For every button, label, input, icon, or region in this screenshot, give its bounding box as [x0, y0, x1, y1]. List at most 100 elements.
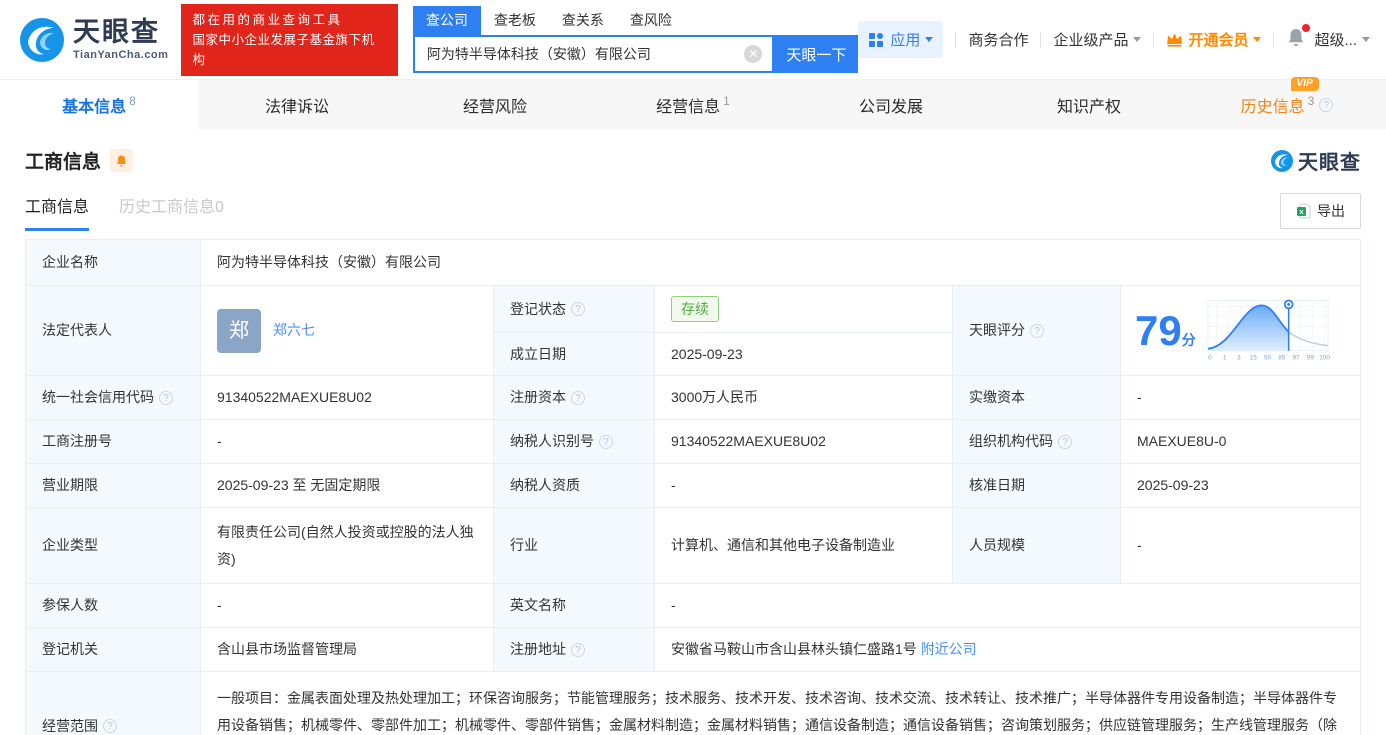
field-label: 经营范围	[26, 672, 201, 735]
logo-brand: 天眼查	[73, 16, 160, 47]
open-membership-menu[interactable]: 开通会员	[1166, 29, 1262, 50]
tab-basic-info[interactable]: 基本信息 8	[0, 80, 198, 129]
avatar[interactable]: 郑	[217, 308, 261, 353]
tab-intellectual-property[interactable]: 知识产权	[990, 80, 1188, 129]
business-cooperation-link[interactable]: 商务合作	[968, 29, 1028, 50]
svg-text:85: 85	[1278, 354, 1286, 361]
top-bar: 天眼查 TianYanCha.com 都在用的商业查询工具 国家中小企业发展子基…	[0, 0, 1386, 80]
reg-address-value: 安徽省马鞍山市含山县林头镇仁盛路1号 附近公司	[655, 628, 1361, 673]
status-badge: 存续	[671, 296, 719, 322]
divider	[1040, 31, 1042, 48]
help-icon[interactable]	[1319, 97, 1334, 112]
search-tab-relation[interactable]: 查关系	[549, 6, 617, 35]
svg-text:97: 97	[1292, 354, 1300, 361]
company-type-value: 有限责任公司(自然人投资或控股的法人独资)	[201, 508, 494, 585]
score-unit: 分	[1181, 331, 1196, 348]
taxpayer-id-value: 91340522MAEXUE8U02	[655, 420, 953, 464]
svg-text:15: 15	[1249, 354, 1257, 361]
legal-rep-cell: 郑 郑六七	[201, 286, 494, 376]
tab-label: 法律诉讼	[264, 98, 329, 116]
notification-dot	[1302, 24, 1311, 32]
subtab-history-business-info[interactable]: 历史工商信息0	[119, 193, 224, 228]
field-label: 组织机构代码	[953, 420, 1121, 464]
help-icon[interactable]	[599, 434, 613, 449]
field-label: 法定代表人	[26, 286, 201, 376]
field-label: 统一社会信用代码	[26, 376, 201, 420]
field-label: 登记机关	[26, 628, 201, 673]
legal-rep-link[interactable]: 郑六七	[273, 320, 315, 341]
search-tab-company[interactable]: 查公司	[412, 6, 481, 35]
field-label: 行业	[494, 508, 655, 585]
watermark-text: 天眼查	[1298, 152, 1361, 174]
subtab-business-info[interactable]: 工商信息	[25, 193, 90, 231]
search-box: 查公司 查老板 查关系 查风险 ✕ 天眼一下	[412, 6, 859, 73]
divider	[1153, 31, 1155, 48]
nearby-companies-link[interactable]: 附近公司	[921, 639, 977, 660]
field-label: 纳税人资质	[494, 464, 655, 508]
search-tabs: 查公司 查老板 查关系 查风险	[412, 6, 859, 35]
monitor-bell-button[interactable]	[110, 149, 134, 172]
help-icon[interactable]	[571, 302, 585, 316]
org-code-value: MAEXUE8U-0	[1121, 420, 1361, 464]
english-name-value: -	[655, 584, 1361, 629]
tab-legal-proceedings[interactable]: 法律诉讼	[198, 80, 396, 129]
chevron-down-icon	[1133, 37, 1142, 42]
tab-history-info[interactable]: 历史信息 VIP 3	[1188, 76, 1386, 129]
tab-label: 经营信息	[656, 98, 721, 116]
tab-count: 1	[723, 93, 730, 108]
tab-operation-risk[interactable]: 经营风险	[396, 80, 594, 129]
company-name-value: 阿为特半导体科技（安徽）有限公司	[201, 240, 1361, 286]
search-tab-risk[interactable]: 查风险	[617, 6, 685, 35]
bell-icon	[116, 154, 127, 167]
chevron-down-icon	[925, 37, 934, 42]
help-icon[interactable]	[159, 390, 173, 405]
search-button[interactable]: 天眼一下	[774, 35, 859, 73]
super-vip-menu[interactable]: 超级...	[1314, 29, 1370, 50]
top-nav: 应用 商务合作 企业级产品 开通会员 超级...	[858, 21, 1370, 58]
enterprise-products-menu[interactable]: 企业级产品	[1053, 29, 1142, 50]
field-label: 登记状态	[494, 286, 655, 333]
taxpayer-quality-value: -	[655, 464, 953, 508]
field-label: 注册地址	[494, 628, 655, 673]
promo-banner: 都在用的商业查询工具 国家中小企业发展子基金旗下机构	[181, 3, 398, 76]
tab-company-development[interactable]: 公司发展	[792, 80, 990, 129]
field-label: 参保人数	[26, 584, 201, 629]
field-label: 营业期限	[26, 464, 201, 508]
field-label: 实缴资本	[953, 376, 1121, 420]
field-label: 纳税人识别号	[494, 420, 655, 464]
svg-text:3: 3	[1237, 354, 1241, 361]
tab-label: 公司发展	[858, 98, 923, 116]
promo-line1: 都在用的商业查询工具	[192, 12, 343, 27]
approval-date-value: 2025-09-23	[1121, 464, 1361, 508]
help-icon[interactable]	[1058, 434, 1072, 449]
tab-label: 历史信息	[1240, 98, 1305, 116]
help-icon[interactable]	[571, 390, 585, 405]
help-icon[interactable]	[1030, 323, 1044, 338]
credit-code-value: 91340522MAEXUE8U02	[201, 376, 494, 420]
insured-count-value: -	[201, 584, 494, 629]
help-icon[interactable]	[103, 719, 117, 734]
field-label: 人员规模	[953, 508, 1121, 585]
svg-text:50: 50	[1264, 354, 1272, 361]
notification-bell[interactable]	[1286, 24, 1311, 52]
search-input[interactable]	[414, 46, 745, 62]
search-tab-boss[interactable]: 查老板	[481, 6, 549, 35]
tianyan-score-cell[interactable]: 79分 0 1 3 15 50 85 97 99 100	[1121, 286, 1361, 376]
apps-menu[interactable]: 应用	[858, 21, 944, 58]
company-detail-tabs: 基本信息 8 法律诉讼 经营风险 经营信息 1 公司发展 知识产权 历史信息 V…	[0, 76, 1386, 129]
score-distribution-chart: 0 1 3 15 50 85 97 99 100	[1207, 299, 1330, 361]
help-icon[interactable]	[571, 642, 585, 657]
crown-icon	[1167, 33, 1183, 47]
export-button[interactable]: x 导出	[1280, 193, 1361, 229]
divider	[955, 31, 957, 48]
field-label: 核准日期	[953, 464, 1121, 508]
tab-count: 8	[129, 93, 136, 108]
paid-capital-value: -	[1121, 376, 1361, 420]
field-label: 工商注册号	[26, 420, 201, 464]
field-label: 英文名称	[494, 584, 655, 629]
score-value: 79	[1135, 306, 1182, 354]
tab-operation-info[interactable]: 经营信息 1	[594, 80, 792, 129]
field-label: 成立日期	[494, 333, 655, 375]
tianyancha-logo[interactable]: 天眼查 TianYanCha.com	[18, 16, 168, 64]
clear-search-icon[interactable]: ✕	[744, 45, 763, 63]
